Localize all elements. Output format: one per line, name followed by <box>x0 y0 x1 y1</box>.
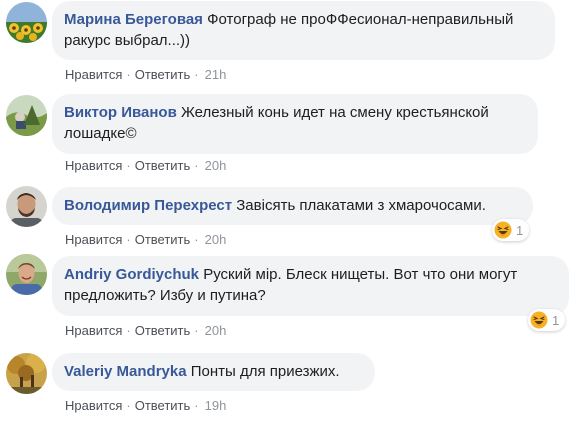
separator: · <box>194 232 199 247</box>
avatar-photo-portrait <box>6 186 47 227</box>
avatar-photo-autumn-trees <box>6 353 47 394</box>
comment-text: Понты для приезжих. <box>190 363 340 380</box>
separator: · <box>126 323 131 338</box>
avatar[interactable] <box>6 186 47 227</box>
like-button[interactable]: Нравится <box>65 398 122 413</box>
avatar[interactable] <box>6 95 47 136</box>
separator: · <box>194 158 199 173</box>
reply-button[interactable]: Ответить <box>135 323 191 338</box>
comment-thread: Марина Береговая Фотограф не проФФесиона… <box>0 0 581 422</box>
reply-button[interactable]: Ответить <box>135 398 191 413</box>
comment-actions: Нравится · Ответить · 20h <box>65 232 226 248</box>
timestamp[interactable]: 20h <box>203 232 227 247</box>
avatar-photo-portrait <box>6 254 47 295</box>
timestamp[interactable]: 20h <box>203 158 227 173</box>
separator: · <box>126 158 131 173</box>
comment-bubble: Andriy Gordiychuk Руский мір. Блеск нище… <box>52 256 569 316</box>
comment-actions: Нравится · Ответить · 19h <box>65 398 226 414</box>
timestamp[interactable]: 20h <box>203 323 227 338</box>
comment-author[interactable]: Valeriy Mandryka <box>64 363 187 380</box>
avatar-photo-sunflowers <box>6 2 47 43</box>
avatar[interactable] <box>6 353 47 394</box>
separator: · <box>126 232 131 247</box>
timestamp[interactable]: 21h <box>203 67 227 82</box>
separator: · <box>126 398 131 413</box>
comment-actions: Нравится · Ответить · 20h <box>65 323 226 339</box>
like-button[interactable]: Нравится <box>65 323 122 338</box>
separator: · <box>194 67 199 82</box>
comment-actions: Нравится · Ответить · 20h <box>65 158 226 174</box>
separator: · <box>194 323 199 338</box>
timestamp[interactable]: 19h <box>203 398 227 413</box>
comment-bubble: Valeriy Mandryka Понты для приезжих. <box>52 353 375 391</box>
reaction-count: 1 <box>552 312 560 328</box>
reply-button[interactable]: Ответить <box>135 67 191 82</box>
comment-bubble: Виктор Иванов Железный конь идет на смен… <box>52 94 538 154</box>
comment-actions: Нравится · Ответить · 21h <box>65 67 226 83</box>
comment-bubble: Марина Береговая Фотограф не проФФесиона… <box>52 1 555 60</box>
like-button[interactable]: Нравится <box>65 67 122 82</box>
haha-emoji-icon <box>494 221 512 239</box>
comment-author[interactable]: Andriy Gordiychuk <box>64 266 199 283</box>
reaction-count: 1 <box>516 222 524 238</box>
comment-bubble: Володимир Перехрест Завісять плакатами з… <box>52 187 533 225</box>
comment-author[interactable]: Виктор Иванов <box>64 104 177 121</box>
separator: · <box>126 67 131 82</box>
avatar-photo-landscape <box>6 95 47 136</box>
reaction-summary[interactable]: 1 <box>528 309 566 331</box>
reply-button[interactable]: Ответить <box>135 158 191 173</box>
reply-button[interactable]: Ответить <box>135 232 191 247</box>
avatar[interactable] <box>6 254 47 295</box>
avatar[interactable] <box>6 2 47 43</box>
haha-emoji-icon <box>530 311 548 329</box>
comment-author[interactable]: Марина Береговая <box>64 11 203 28</box>
comment-text: Завісять плакатами з хмарочосами. <box>236 197 486 214</box>
separator: · <box>194 398 199 413</box>
reaction-summary[interactable]: 1 <box>492 219 530 241</box>
like-button[interactable]: Нравится <box>65 158 122 173</box>
comment-author[interactable]: Володимир Перехрест <box>64 197 232 214</box>
like-button[interactable]: Нравится <box>65 232 122 247</box>
